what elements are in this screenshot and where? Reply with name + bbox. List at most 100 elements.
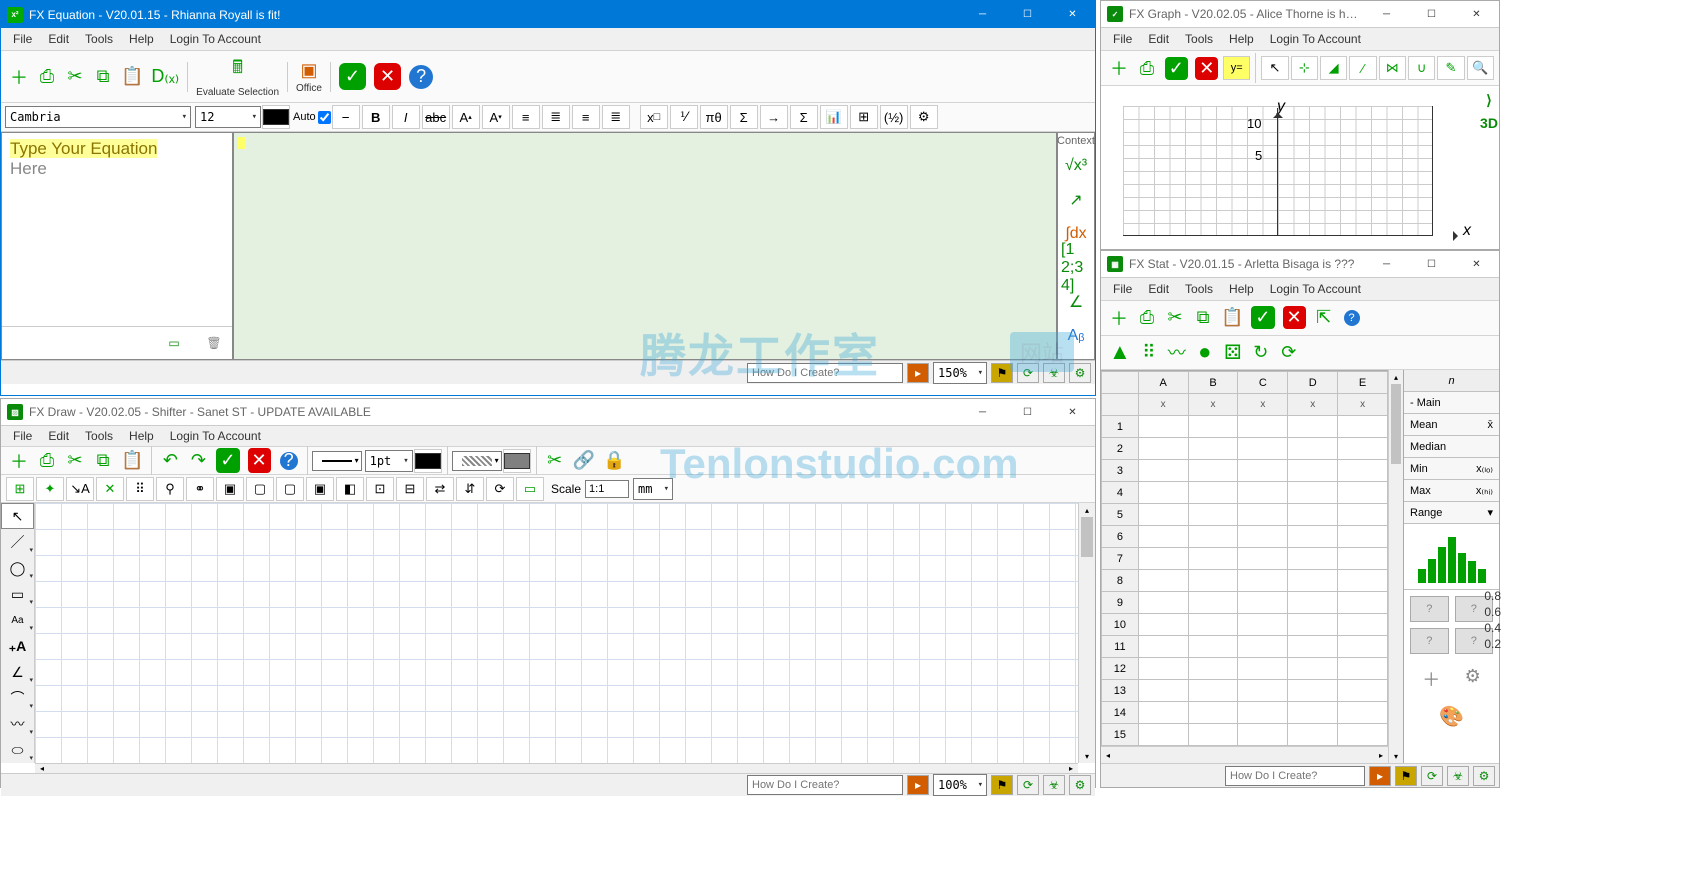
layer-front-button[interactable]: ▣ bbox=[306, 477, 334, 501]
howdo-go-button[interactable]: ▸ bbox=[907, 363, 929, 383]
cancel-button[interactable]: ✕ bbox=[246, 446, 273, 475]
line-tool[interactable]: ／▾ bbox=[1, 529, 34, 555]
arc-tool[interactable]: ⌒▾ bbox=[1, 685, 34, 711]
howdo-input[interactable] bbox=[747, 363, 903, 383]
menu-tools[interactable]: Tools bbox=[1177, 279, 1221, 299]
menu-file[interactable]: File bbox=[5, 29, 40, 49]
flip-v-button[interactable]: ⇵ bbox=[456, 477, 484, 501]
menu-tools[interactable]: Tools bbox=[77, 426, 121, 446]
context-vector-button[interactable]: ↗ bbox=[1061, 185, 1091, 215]
zoom-combo[interactable]: 150% bbox=[933, 362, 987, 384]
menu-file[interactable]: File bbox=[5, 426, 40, 446]
zoom-combo[interactable]: 100% bbox=[933, 774, 987, 796]
template-brackets-button[interactable]: (½) bbox=[880, 105, 908, 129]
menu-edit[interactable]: Edit bbox=[40, 426, 77, 446]
link1-button[interactable]: ⚲ bbox=[156, 477, 184, 501]
cut-button[interactable]: ✂ bbox=[63, 448, 87, 473]
menu-login[interactable]: Login To Account bbox=[1262, 279, 1369, 299]
accept-button[interactable]: ✓ bbox=[1163, 55, 1190, 82]
vertical-scrollbar[interactable]: ▴▾ bbox=[1078, 503, 1095, 763]
evaluate-selection-button[interactable]: 🖩Evaluate Selection bbox=[194, 53, 281, 100]
select-tool[interactable]: ↖ bbox=[1, 503, 34, 529]
template-stats-button[interactable]: 📊 bbox=[820, 105, 848, 129]
yeq-button[interactable]: y= bbox=[1223, 56, 1250, 80]
rotate-button[interactable]: ⟳ bbox=[486, 477, 514, 501]
template-sum-button[interactable]: Σ bbox=[790, 105, 818, 129]
fx-equation-titlebar[interactable]: x² FX Equation - V20.01.15 - Rhianna Roy… bbox=[1, 1, 1095, 28]
howdo-go-button[interactable]: ▸ bbox=[1369, 766, 1391, 786]
status-flag-button[interactable]: ⚑ bbox=[991, 363, 1013, 383]
menu-login[interactable]: Login To Account bbox=[162, 29, 269, 49]
new-button[interactable]: ＋ bbox=[1107, 303, 1131, 333]
eraser-button[interactable]: ◧ bbox=[336, 477, 364, 501]
fullscreen-icon[interactable]: ▭ bbox=[162, 331, 186, 355]
color-swatch[interactable] bbox=[262, 105, 290, 129]
menu-tools[interactable]: Tools bbox=[1177, 29, 1221, 49]
minimize-button[interactable]: ─ bbox=[960, 399, 1005, 426]
new-button[interactable]: ＋ bbox=[7, 62, 31, 92]
accept-button[interactable]: ✓ bbox=[214, 446, 241, 475]
pie-button[interactable]: ● bbox=[1193, 337, 1217, 367]
graph-canvas[interactable]: y x 10 5 bbox=[1101, 86, 1479, 249]
context-matrix-button[interactable]: [1 2;3 4] bbox=[1061, 253, 1091, 283]
menu-help[interactable]: Help bbox=[1221, 279, 1262, 299]
template-power-button[interactable]: x□ bbox=[640, 105, 668, 129]
help-button[interactable]: ? bbox=[407, 63, 435, 91]
maximize-button[interactable]: ☐ bbox=[1005, 1, 1050, 28]
wave-button[interactable]: 〰 bbox=[1165, 337, 1189, 367]
menu-help[interactable]: Help bbox=[1221, 29, 1262, 49]
stat-main-row[interactable]: - Main bbox=[1404, 392, 1499, 414]
line-style-combo[interactable] bbox=[312, 451, 362, 471]
status-refresh-button[interactable]: ⟳ bbox=[1017, 363, 1039, 383]
export-button[interactable]: ⇱ bbox=[1312, 305, 1336, 330]
menu-login[interactable]: Login To Account bbox=[162, 426, 269, 446]
paste-button[interactable]: 📋 bbox=[1219, 305, 1245, 330]
align-justify-button[interactable]: ≣ bbox=[602, 105, 630, 129]
add-slot-button[interactable]: ＋ bbox=[1422, 666, 1440, 692]
close-button[interactable]: ✕ bbox=[1454, 1, 1499, 28]
howdo-go-button[interactable]: ▸ bbox=[907, 775, 929, 795]
close-button[interactable]: ✕ bbox=[1050, 399, 1095, 426]
grid-button[interactable]: ⊞ bbox=[6, 477, 34, 501]
office-button[interactable]: ▣Office bbox=[294, 58, 324, 96]
parabola-tool[interactable]: ∪ bbox=[1408, 56, 1435, 80]
print-button[interactable]: ⎙ bbox=[35, 448, 59, 473]
font-combo[interactable]: Cambria bbox=[5, 106, 191, 128]
template-sigma-button[interactable]: Σ bbox=[730, 105, 758, 129]
fill-color-swatch[interactable] bbox=[503, 449, 531, 473]
tangent-tool[interactable]: ∕ bbox=[1349, 56, 1376, 80]
maximize-button[interactable]: ☐ bbox=[1005, 399, 1050, 426]
copy-button[interactable]: ⧉ bbox=[1191, 305, 1215, 330]
print-button[interactable]: ⎙ bbox=[1135, 56, 1159, 81]
intersect-tool[interactable]: ⋈ bbox=[1379, 56, 1406, 80]
template-arrow-button[interactable]: → bbox=[760, 105, 788, 129]
refresh-button[interactable]: ⟳ bbox=[1277, 340, 1301, 365]
status-gear-button[interactable]: ⚙ bbox=[1069, 775, 1091, 795]
angle-tool[interactable]: ∠▾ bbox=[1, 659, 34, 685]
link2-button[interactable]: ⚭ bbox=[186, 477, 214, 501]
clip-button[interactable]: ✂ bbox=[543, 448, 567, 473]
link-button[interactable]: 🔗 bbox=[571, 448, 597, 473]
cross-button[interactable]: ✕ bbox=[96, 477, 124, 501]
undo-button[interactable]: ↶ bbox=[158, 448, 182, 473]
rectangle-tool[interactable]: ▭▾ bbox=[1, 581, 34, 607]
zoom-tool[interactable]: 🔍 bbox=[1467, 56, 1494, 80]
context-angle-button[interactable]: ∠ bbox=[1061, 287, 1091, 317]
template-matrix-button[interactable]: ⊞ bbox=[850, 105, 878, 129]
howdo-input[interactable] bbox=[1225, 766, 1365, 786]
axes-tool[interactable]: ⊹ bbox=[1291, 56, 1318, 80]
cut-button[interactable]: ✂ bbox=[63, 64, 87, 89]
stat-histogram-preview[interactable] bbox=[1404, 524, 1499, 590]
lock-button[interactable]: 🔒 bbox=[601, 448, 627, 473]
print-button[interactable]: ⎙ bbox=[35, 64, 59, 89]
fill-pattern-combo[interactable] bbox=[452, 451, 502, 471]
template-fraction-button[interactable]: ⅟ bbox=[670, 105, 698, 129]
underline-button[interactable]: ⎯ bbox=[332, 105, 360, 129]
redo-button[interactable]: ↻ bbox=[1249, 340, 1273, 365]
align-left-button[interactable]: ≡ bbox=[512, 105, 540, 129]
superscript-button[interactable]: A▴ bbox=[452, 105, 480, 129]
maximize-button[interactable]: ☐ bbox=[1409, 1, 1454, 28]
menu-file[interactable]: File bbox=[1105, 279, 1140, 299]
status-refresh-button[interactable]: ⟳ bbox=[1421, 766, 1443, 786]
strikethrough-button[interactable]: abc bbox=[422, 105, 450, 129]
